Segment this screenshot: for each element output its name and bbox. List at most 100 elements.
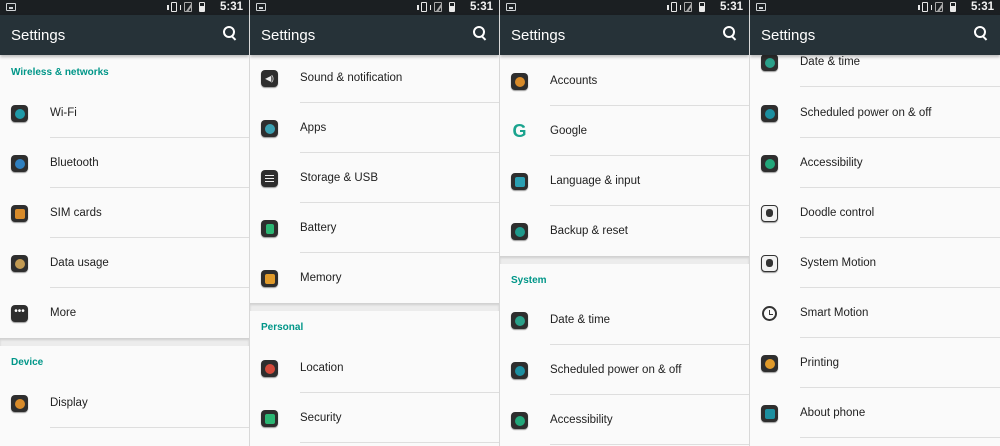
list-item-printing[interactable]: Printing bbox=[750, 338, 1000, 388]
item-label: Apps bbox=[300, 122, 327, 134]
battery-status-icon bbox=[449, 2, 455, 12]
search-icon[interactable] bbox=[223, 26, 238, 41]
list-item-doodle-control[interactable]: Doodle control bbox=[750, 188, 1000, 238]
section-header-system: System bbox=[511, 275, 547, 286]
battery-icon bbox=[261, 220, 278, 237]
item-label: Bluetooth bbox=[50, 157, 99, 169]
item-label: Sound & notification bbox=[300, 72, 403, 84]
list-item-battery[interactable]: Battery bbox=[250, 203, 499, 253]
list-item-backup[interactable]: Backup & reset bbox=[500, 206, 749, 256]
item-label: Storage & USB bbox=[300, 172, 378, 184]
item-label: Printing bbox=[800, 357, 839, 369]
settings-screen-3: 5:31 Settings Accounts G Google Language… bbox=[500, 0, 750, 446]
app-bar: Settings bbox=[0, 15, 249, 55]
list-item-accessibility[interactable]: Accessibility bbox=[500, 395, 749, 445]
battery-status-icon bbox=[699, 2, 705, 12]
settings-screen-2: 5:31 Settings ◀) Sound & notification Ap… bbox=[250, 0, 500, 446]
settings-screen-4: 5:31 Settings Date & time Scheduled powe… bbox=[750, 0, 1000, 446]
apps-icon bbox=[261, 120, 278, 137]
storage-icon bbox=[261, 170, 278, 187]
battery-status-icon bbox=[199, 2, 205, 12]
list-item-system-motion[interactable]: System Motion bbox=[750, 238, 1000, 288]
list-item-date-time[interactable]: Date & time bbox=[750, 55, 1000, 87]
accessibility-icon bbox=[511, 412, 528, 429]
item-label: Memory bbox=[300, 272, 342, 284]
item-label: Smart Motion bbox=[800, 307, 869, 319]
power-schedule-icon bbox=[761, 105, 778, 122]
more-dots-icon: ••• bbox=[11, 305, 28, 322]
sim-card-icon bbox=[11, 205, 28, 222]
list-item-google[interactable]: G Google bbox=[500, 106, 749, 156]
data-usage-icon bbox=[11, 255, 28, 272]
list-item-location[interactable]: Location bbox=[250, 343, 499, 393]
list-item-storage[interactable]: Storage & USB bbox=[250, 153, 499, 203]
list-item-security[interactable]: Security bbox=[250, 393, 499, 443]
item-label: Date & time bbox=[800, 56, 861, 68]
list-item-apps[interactable]: Apps bbox=[250, 103, 499, 153]
notification-icon bbox=[256, 3, 266, 11]
location-icon bbox=[261, 360, 278, 377]
page-title: Settings bbox=[761, 27, 816, 44]
list-item-scheduled-power[interactable]: Scheduled power on & off bbox=[500, 345, 749, 395]
list-item-sound[interactable]: ◀) Sound & notification bbox=[250, 55, 499, 103]
status-bar: 5:31 bbox=[750, 0, 1000, 15]
item-label: Accessibility bbox=[800, 157, 863, 169]
page-title: Settings bbox=[261, 27, 316, 44]
item-label: Language & input bbox=[550, 175, 641, 187]
security-icon bbox=[261, 410, 278, 427]
app-bar: Settings bbox=[500, 15, 749, 55]
item-label: Data usage bbox=[50, 257, 109, 269]
list-item-more[interactable]: ••• More bbox=[0, 288, 249, 338]
item-label: Scheduled power on & off bbox=[550, 364, 682, 376]
list-item-sim-cards[interactable]: SIM cards bbox=[0, 188, 249, 238]
display-icon bbox=[11, 395, 28, 412]
backup-icon bbox=[511, 223, 528, 240]
item-label: Location bbox=[300, 362, 344, 374]
settings-screen-1: 5:31 Settings Wireless & networks Wi-Fi … bbox=[0, 0, 250, 446]
vibrate-icon bbox=[918, 2, 932, 12]
item-label: Scheduled power on & off bbox=[800, 107, 932, 119]
notification-icon bbox=[756, 3, 766, 11]
status-bar: 5:31 bbox=[0, 0, 249, 15]
status-bar: 5:31 bbox=[500, 0, 749, 15]
search-icon[interactable] bbox=[473, 26, 488, 41]
system-motion-icon bbox=[761, 255, 778, 272]
list-item-bluetooth[interactable]: Bluetooth bbox=[0, 138, 249, 188]
search-icon[interactable] bbox=[974, 26, 989, 41]
notification-icon bbox=[6, 3, 16, 11]
settings-list: Wireless & networks Wi-Fi Bluetooth SIM … bbox=[0, 55, 249, 446]
list-item-data-usage[interactable]: Data usage bbox=[0, 238, 249, 288]
sound-icon: ◀) bbox=[261, 70, 278, 87]
printing-icon bbox=[761, 355, 778, 372]
google-icon: G bbox=[512, 121, 527, 141]
list-item-display[interactable]: Display bbox=[0, 378, 249, 428]
page-title: Settings bbox=[11, 27, 66, 44]
page-title: Settings bbox=[511, 27, 566, 44]
date-time-icon bbox=[511, 312, 528, 329]
status-time: 5:31 bbox=[219, 1, 243, 13]
settings-list: ◀) Sound & notification Apps Storage & U… bbox=[250, 55, 499, 446]
section-header-personal: Personal bbox=[261, 322, 304, 333]
item-label: Google bbox=[550, 125, 588, 137]
list-item-wifi[interactable]: Wi-Fi bbox=[0, 88, 249, 138]
app-bar: Settings bbox=[250, 15, 499, 55]
settings-list: Date & time Scheduled power on & off Acc… bbox=[750, 55, 1000, 446]
list-item-about-phone[interactable]: About phone bbox=[750, 388, 1000, 438]
bluetooth-icon bbox=[11, 155, 28, 172]
list-item-accessibility[interactable]: Accessibility bbox=[750, 138, 1000, 188]
list-item-date-time[interactable]: Date & time bbox=[500, 295, 749, 345]
list-item-scheduled-power[interactable]: Scheduled power on & off bbox=[750, 88, 1000, 138]
item-label: Battery bbox=[300, 222, 337, 234]
list-item-memory[interactable]: Memory bbox=[250, 253, 499, 303]
status-time: 5:31 bbox=[469, 1, 493, 13]
list-item-accounts[interactable]: Accounts bbox=[500, 56, 749, 106]
section-divider bbox=[250, 303, 499, 311]
smart-motion-icon bbox=[761, 305, 778, 322]
list-item-language[interactable]: Language & input bbox=[500, 156, 749, 206]
power-schedule-icon bbox=[511, 362, 528, 379]
list-item-smart-motion[interactable]: Smart Motion bbox=[750, 288, 1000, 338]
about-phone-icon bbox=[761, 405, 778, 422]
item-label: Display bbox=[50, 397, 88, 409]
no-sim-icon bbox=[434, 2, 442, 12]
search-icon[interactable] bbox=[723, 26, 738, 41]
